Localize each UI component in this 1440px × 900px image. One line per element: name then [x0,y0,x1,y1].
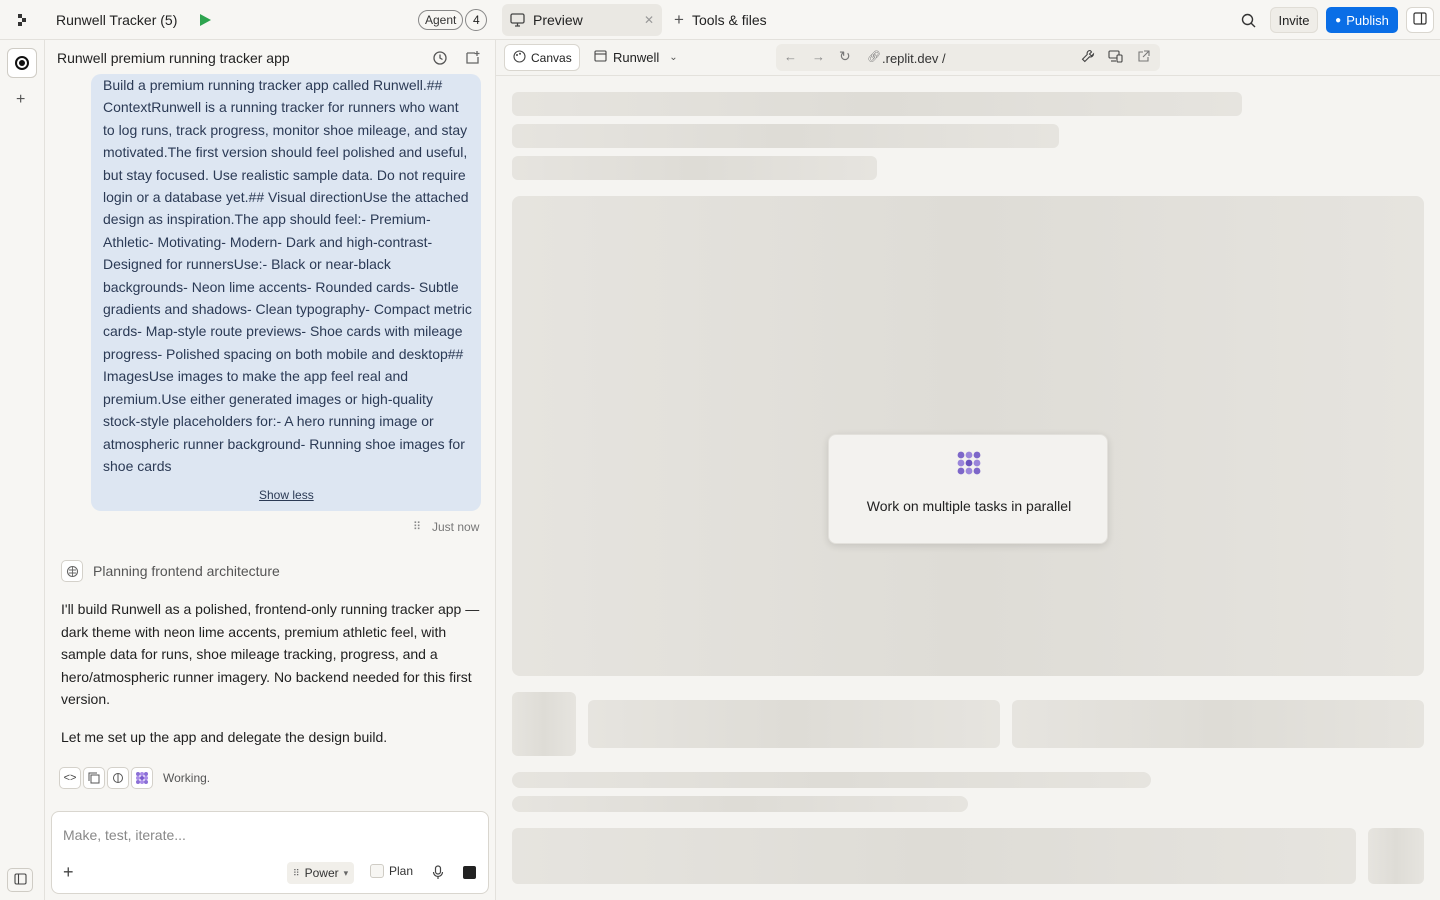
skeleton-field-1 [588,700,1000,748]
plus-icon: + [674,10,684,29]
microphone-icon[interactable] [432,865,444,880]
agents-grid-icon [956,450,982,479]
toolbar-divider [496,75,1440,76]
agent-badge[interactable]: Agent 4 [418,9,488,31]
agent-count: 4 [465,9,488,31]
project-title[interactable]: Runwell Tracker (5) [56,12,177,28]
new-chat-plus-icon[interactable]: + [16,91,25,109]
record-icon [15,56,29,70]
agents-icon[interactable] [131,767,153,789]
wrench-icon[interactable] [1081,49,1095,66]
toggle-panel-button[interactable] [1406,7,1434,33]
logo-icon[interactable] [14,12,30,28]
skeleton-line-3 [512,156,877,180]
show-less-link[interactable]: Show less [259,488,314,502]
tab-tools-label: Tools & files [691,12,767,28]
sidebar-icon [13,872,27,888]
skeleton-footer-1 [512,828,1356,884]
devices-icon[interactable] [1108,50,1123,66]
canvas-button[interactable]: Canvas [504,44,580,71]
palette-icon [513,49,526,66]
monitor-icon [510,13,525,27]
chat-input-placeholder[interactable]: Make, test, iterate... [63,827,186,843]
chevron-down-icon: ▾ [343,867,349,878]
tab-tools-files[interactable]: + Tools & files [674,4,767,36]
link-icon: 🔗︎ [867,51,881,63]
canvas-label: Canvas [531,50,572,65]
agent-label: Agent [418,10,464,30]
sidebar-toggle-button[interactable] [7,868,33,892]
stop-button[interactable] [463,866,476,879]
skeleton-line-5 [512,796,968,812]
url-text[interactable]: .replit.dev / [882,51,946,66]
drag-handle-icon[interactable]: ⠿ [413,520,421,533]
skeleton-line-1 [512,92,1242,116]
new-thread-icon[interactable] [465,50,481,66]
user-message-bubble: Build a premium running tracker app call… [91,74,481,511]
window-icon [594,50,607,65]
close-icon[interactable]: ✕ [644,13,654,27]
app-select[interactable]: Runwell ⌄ [594,44,678,71]
open-external-icon[interactable] [1137,50,1150,66]
tab-preview[interactable]: Preview ✕ [502,4,662,36]
parallel-tasks-card[interactable]: Work on multiple tasks in parallel [828,434,1108,544]
parallel-tasks-text: Work on multiple tasks in parallel [866,498,1072,514]
search-icon[interactable] [1240,12,1256,28]
top-bar: Runwell Tracker (5) Agent 4 Preview ✕ + … [0,0,1440,40]
status-row: <> Working. [59,767,210,789]
tab-preview-label: Preview [533,12,583,28]
invite-label: Invite [1278,12,1310,28]
publish-button[interactable]: ● Publish [1326,7,1398,33]
assistant-reply: I'll build Runwell as a polished, fronte… [61,598,481,748]
brain-icon [61,560,83,582]
chat-panel: Runwell premium running tracker app Buil… [45,40,496,900]
back-arrow-icon[interactable]: ← [784,49,797,64]
run-play-icon[interactable] [197,12,213,28]
left-rail: + [0,40,45,900]
power-label: Power [304,866,339,880]
copy-icon[interactable] [83,767,105,789]
forward-arrow-icon[interactable]: → [812,49,825,64]
publish-icon: ● [1335,14,1342,26]
chat-input-box[interactable]: Make, test, iterate... + ⠿ Power ▾ Plan [51,811,489,894]
panel-icon [1413,12,1427,28]
address-bar: ← → ↻ 🔗︎ .replit.dev / [776,44,1160,71]
skeleton-footer-2 [1368,828,1424,884]
code-icon[interactable]: <> [59,767,81,789]
app-select-label: Runwell [613,50,660,65]
plan-label: Plan [389,864,414,878]
thinking-row[interactable]: Planning frontend architecture [61,560,280,582]
reload-icon[interactable]: ↻ [839,48,851,65]
publish-label: Publish [1346,12,1389,28]
dots-icon: ⠿ [293,867,300,878]
skeleton-line-2 [512,124,1059,148]
rail-chat-button[interactable] [7,48,37,78]
chat-title: Runwell premium running tracker app [57,50,290,66]
reply-paragraph-1: I'll build Runwell as a polished, fronte… [61,601,480,707]
user-message-text: Build a premium running tracker app call… [103,77,472,474]
plan-toggle[interactable]: Plan [370,864,413,878]
thinking-label: Planning frontend architecture [93,563,280,579]
invite-button[interactable]: Invite [1270,7,1318,33]
brain-icon[interactable] [107,767,129,789]
chevron-down-icon: ⌄ [669,52,678,63]
plan-checkbox[interactable] [370,864,384,878]
power-select[interactable]: ⠿ Power ▾ [287,862,355,884]
history-icon[interactable] [432,50,448,66]
attach-plus-icon[interactable]: + [63,862,74,883]
skeleton-avatar [512,692,576,756]
message-timestamp: Just now [432,520,480,534]
status-text: Working. [163,771,211,785]
reply-paragraph-2: Let me set up the app and delegate the d… [61,728,388,745]
skeleton-line-4 [512,772,1151,788]
skeleton-field-2 [1012,700,1424,748]
preview-pane: Canvas Runwell ⌄ ← → ↻ 🔗︎ .replit.dev / [496,40,1440,900]
